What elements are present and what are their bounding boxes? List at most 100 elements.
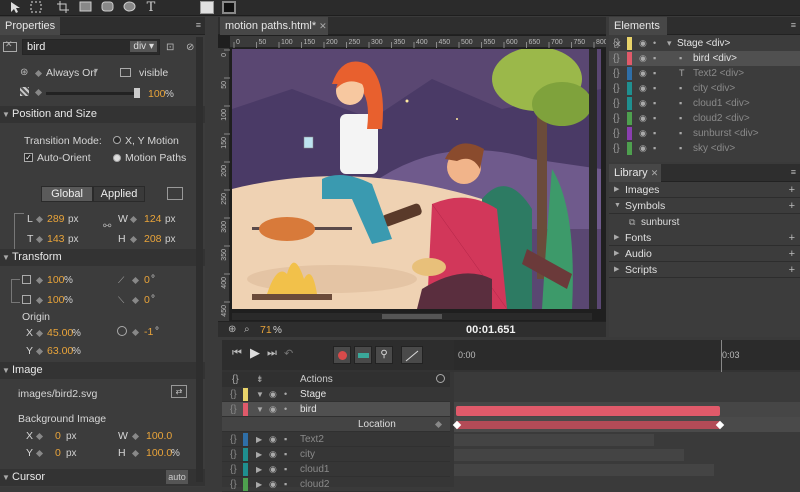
chevron-down-icon[interactable]: ▼ [256,387,264,402]
symbol-item-sunburst[interactable]: ⧉ sunburst [629,215,679,230]
auto-transition-button[interactable] [354,346,372,364]
braces-icon[interactable]: {} [613,81,620,96]
panel-menu-icon[interactable]: ≡ [196,20,201,30]
swap-image-icon[interactable]: ⇄ [171,385,187,398]
keyframe-diamond[interactable] [34,69,43,78]
ellipse-icon[interactable] [122,1,136,14]
lock-icon[interactable]: ▪ [284,432,287,447]
eye-icon[interactable]: ◉ [639,96,647,111]
keyframe-diamond[interactable] [131,296,140,305]
eye-icon[interactable]: ◉ [639,36,647,51]
keyframe-diamond[interactable] [35,296,44,305]
braces-icon[interactable]: {} [230,387,237,402]
braces-icon[interactable]: {} [230,477,237,492]
lock-icon[interactable]: ▪ [284,477,287,492]
location-tween-bar[interactable] [456,421,720,429]
braces-icon[interactable]: {} [230,432,237,447]
keyframe-diamond[interactable] [35,329,44,338]
library-section-fonts[interactable]: ▶ Fonts + [609,230,800,246]
rounded-rect-icon[interactable] [100,1,114,14]
actions-row[interactable]: {} ⇟ Actions [222,372,450,387]
timeline-layer-row[interactable]: {} ▶ ◉ ▪ cloud1 [222,462,450,477]
eye-icon[interactable]: ◉ [639,126,647,141]
bg-x-value[interactable]: 0 [55,430,61,442]
opacity-value[interactable]: 100 [148,88,166,100]
rotation-value[interactable]: -1 [144,326,153,338]
keyframe-diamond[interactable] [35,449,44,458]
element-row[interactable]: {} ◉ ▪ ▪ city <div> [609,81,800,96]
add-icon[interactable]: + [789,230,795,246]
braces-icon[interactable]: {} [230,402,237,417]
element-name-field[interactable]: bird div ▾ [22,39,160,55]
select-arrow-icon[interactable] [8,1,22,14]
tab-library[interactable]: Library ✕ [609,164,661,182]
section-image[interactable]: ▼ Image [0,362,205,379]
keyframe-diamond[interactable] [131,276,140,285]
bg-h-value[interactable]: 100.0 [146,447,172,459]
element-row[interactable]: {} ◉ ▪ ▪ cloud2 <div> [609,111,800,126]
bird-tween-bar[interactable] [456,406,720,416]
keyframe-diamond[interactable] [35,215,44,224]
add-icon[interactable]: + [789,262,795,278]
close-icon[interactable]: ✕ [651,168,659,178]
stage-hscroll-thumb[interactable] [382,314,442,319]
play-icon[interactable]: ▶ [250,345,260,361]
panel-menu-icon[interactable]: ≡ [791,167,796,177]
fill-swatch-icon[interactable] [200,1,214,14]
eye-icon[interactable]: ◉ [269,447,277,462]
height-value[interactable]: 208 [144,233,162,245]
eye-icon[interactable]: ◉ [269,402,277,417]
eye-icon[interactable]: ◉ [639,81,647,96]
lock-icon[interactable]: ▪ [653,81,656,96]
element-row[interactable]: {} ◉ ▪ ▪ sunburst <div> [609,126,800,141]
braces-icon[interactable]: {} [613,141,620,156]
timeline-layer-row[interactable]: {} ▶ ◉ ▪ city [222,447,450,462]
stage-horizontal-scrollbar[interactable] [232,313,592,320]
eye-icon[interactable]: ◉ [269,387,277,402]
go-to-end-icon[interactable]: ⏭ [267,347,277,360]
keyframe-diamond[interactable] [35,347,44,356]
element-row[interactable]: {} ◉ ▪ ▪ cloud1 <div> [609,96,800,111]
keyframe-diamond[interactable] [131,432,140,441]
braces-icon[interactable]: {} [613,96,620,111]
dot-icon[interactable]: • [653,36,656,51]
element-row[interactable]: {} ◉ ▪ ▪ sky <div> [609,141,800,156]
eye-icon[interactable]: ◉ [639,111,647,126]
element-row[interactable]: {} ◉ ▪ ▪ bird <div> [609,51,800,66]
pin-button[interactable]: ⚲ [375,346,393,364]
braces-icon[interactable]: {} [613,66,620,81]
origin-y-value[interactable]: 63.00 [47,345,73,357]
braces-icon[interactable]: {} [613,51,620,66]
opacity-slider[interactable] [46,92,138,95]
close-icon[interactable]: ✕ [319,21,327,31]
box-model-icon[interactable] [167,187,183,200]
crosshair-icon[interactable]: ⊕ [228,324,236,335]
add-action-icon[interactable] [436,374,445,383]
keyframe-diamond[interactable] [35,276,44,285]
eye-icon[interactable]: ◉ [639,141,647,156]
lock-icon[interactable]: ▪ [653,51,656,66]
keyframe-diamond[interactable] [434,420,443,429]
cursor-select[interactable]: auto [166,470,188,484]
keyframe-diamond[interactable] [34,88,43,97]
left-value[interactable]: 289 [47,213,65,225]
location-row[interactable]: Location [222,417,450,432]
lock-icon[interactable]: ▪ [653,126,656,141]
chevron-down-icon[interactable]: ▼ [256,402,264,417]
rectangle-icon[interactable] [78,1,92,14]
add-icon[interactable]: + [789,182,795,198]
stage-vertical-scrollbar[interactable] [589,49,597,309]
timeline-layer-row[interactable]: {} ▶ ◉ ▪ Text2 [222,432,450,447]
braces-icon[interactable]: {} [230,447,237,462]
skew-y-value[interactable]: 0 [144,294,150,306]
keyframe-diamond[interactable] [131,449,140,458]
go-to-start-icon[interactable]: ⏮ [232,347,242,360]
crop-icon[interactable] [56,1,70,14]
timeline-layer-row[interactable]: {} ▶ ◉ ▪ cloud2 [222,477,450,492]
library-section-symbols[interactable]: ▼ Symbols + [609,198,800,214]
current-time[interactable]: 00:01.651 [466,324,516,336]
timeline-layer-row[interactable]: {} ▼ ◉ • Stage [222,387,450,402]
element-type-select[interactable]: div ▾ [130,41,157,52]
class-icon[interactable]: ⊡ [166,42,174,53]
xy-motion-radio[interactable] [113,136,121,144]
